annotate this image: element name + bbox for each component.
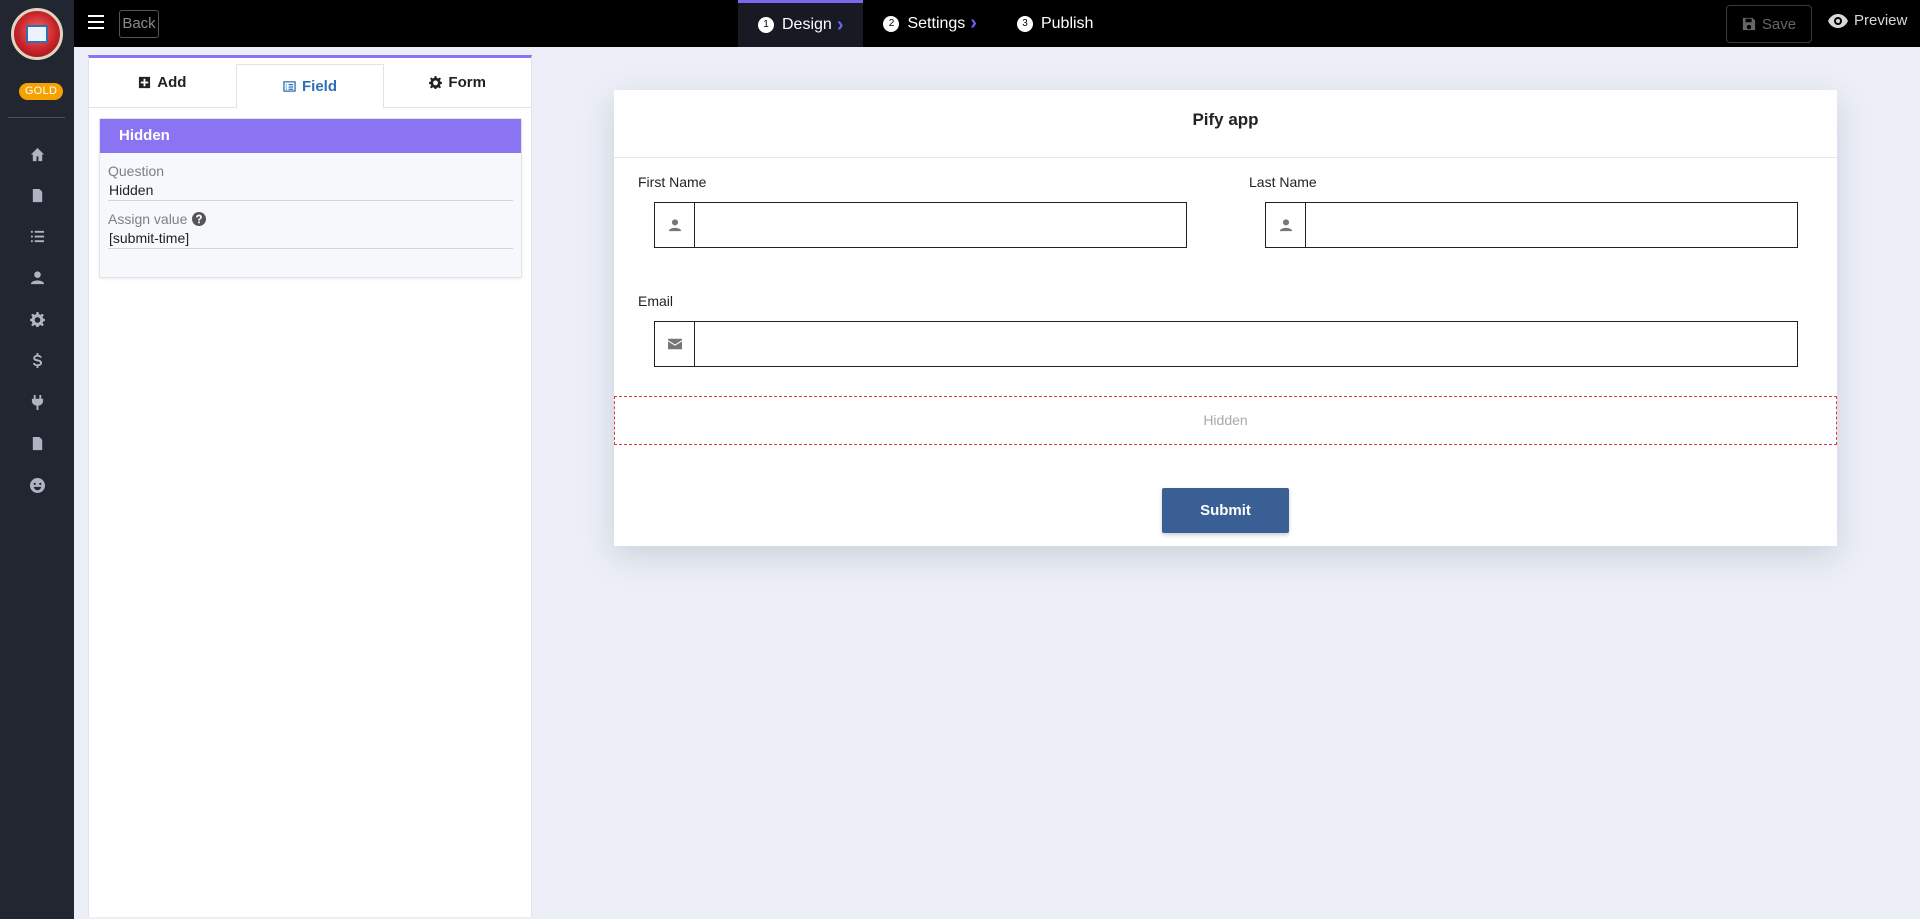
first-name-input[interactable]: [695, 203, 1186, 247]
chevron-right-icon: ›: [836, 13, 844, 36]
step-settings[interactable]: 2 Settings ›: [863, 0, 996, 47]
chevron-right-icon: ›: [970, 12, 977, 34]
home-icon[interactable]: [26, 143, 48, 165]
hidden-field-placeholder[interactable]: Hidden: [614, 396, 1837, 445]
first-name-field: [654, 202, 1187, 248]
gear-icon[interactable]: [26, 308, 48, 330]
plug-icon[interactable]: [26, 391, 48, 413]
preview-label: Preview: [1854, 12, 1908, 29]
step-number: 3: [1016, 15, 1033, 32]
list-icon[interactable]: [26, 225, 48, 247]
step-publish[interactable]: 3 Publish: [997, 0, 1113, 47]
dollar-icon[interactable]: [26, 349, 48, 371]
tab-label: Form: [448, 74, 486, 91]
first-name-label: First Name: [638, 174, 707, 190]
preview-button[interactable]: Preview: [1828, 12, 1907, 29]
step-number: 2: [883, 15, 900, 32]
last-name-label: Last Name: [1249, 174, 1317, 190]
form-title: Pify app: [614, 90, 1837, 158]
envelope-icon: [655, 322, 695, 366]
assign-value-input[interactable]: [108, 227, 513, 249]
question-label: Question: [108, 163, 513, 179]
user-icon: [1266, 203, 1306, 247]
document-icon[interactable]: [26, 184, 48, 206]
rail-divider: [8, 117, 65, 118]
wizard-steps: 1 Design › 2 Settings › 3 Publish: [738, 0, 1113, 47]
tab-add[interactable]: Add: [89, 58, 236, 107]
floppy-disk-icon: [1742, 17, 1756, 31]
eye-icon: [1828, 13, 1848, 28]
top-bar: Back 1 Design › 2 Settings › 3 Publish S…: [74, 0, 1920, 47]
file-icon[interactable]: [26, 432, 48, 454]
save-button[interactable]: Save: [1726, 5, 1812, 43]
assign-value-label-text: Assign value: [108, 211, 188, 227]
step-design[interactable]: 1 Design ›: [738, 0, 864, 47]
assign-value-label: Assign value: [108, 211, 513, 227]
field-properties-card: Hidden Question Assign value: [99, 118, 522, 278]
tab-label: Field: [302, 78, 338, 95]
panel-tabs: Add Field Form: [89, 58, 531, 109]
list-alt-icon: [283, 81, 296, 92]
smiley-icon[interactable]: [26, 474, 48, 496]
save-label: Save: [1761, 15, 1797, 33]
form-preview: Pify app First Name Last Name Email Hidd…: [614, 90, 1837, 546]
step-label: Publish: [1040, 14, 1094, 32]
field-type-title: Hidden: [100, 119, 521, 153]
plan-badge: GOLD: [19, 83, 63, 100]
step-number: 1: [758, 17, 774, 33]
app-logo[interactable]: [11, 8, 63, 60]
left-rail: GOLD: [0, 0, 74, 919]
step-label: Design: [782, 16, 832, 33]
gear-icon: [429, 76, 443, 89]
submit-button[interactable]: Submit: [1162, 488, 1289, 533]
tab-form[interactable]: Form: [384, 58, 531, 107]
last-name-field: [1265, 202, 1798, 248]
plus-square-icon: [139, 76, 151, 89]
user-icon: [655, 203, 695, 247]
step-label: Settings: [907, 14, 966, 32]
email-input[interactable]: [695, 322, 1797, 366]
question-input[interactable]: [108, 179, 513, 201]
back-button[interactable]: Back: [119, 10, 159, 38]
email-field: [654, 321, 1798, 367]
hamburger-menu-icon[interactable]: [88, 15, 104, 31]
properties-panel: Add Field Form Hidden Question Assign va…: [88, 55, 532, 917]
email-label: Email: [638, 293, 674, 309]
question-circle-icon[interactable]: [192, 212, 207, 226]
question-label-text: Question: [108, 163, 165, 179]
last-name-input[interactable]: [1306, 203, 1797, 247]
tab-field[interactable]: Field: [235, 64, 385, 109]
tab-label: Add: [157, 74, 187, 91]
user-icon[interactable]: [26, 266, 48, 288]
